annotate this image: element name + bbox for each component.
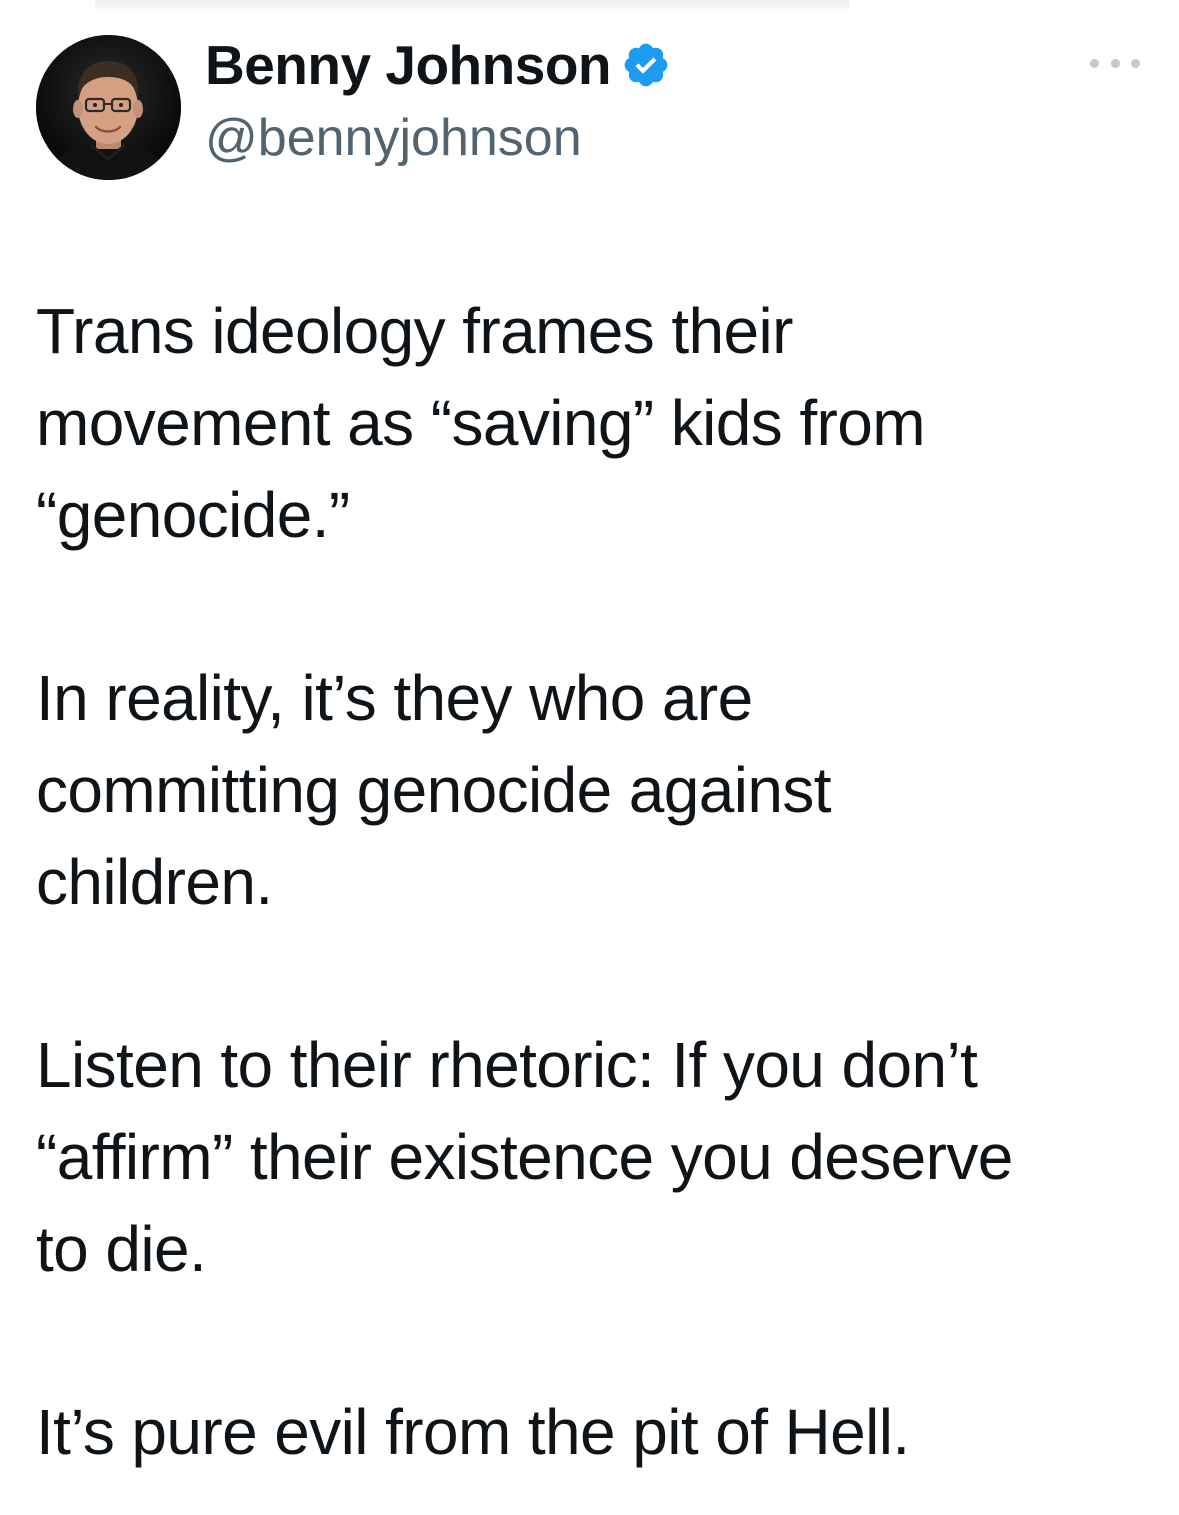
tweet-paragraph: It’s pure evil from the pit of Hell.: [36, 1396, 910, 1468]
tweet-paragraph: Trans ideology frames their movement as …: [36, 295, 926, 551]
avatar[interactable]: [36, 35, 181, 180]
ellipsis-icon: [1131, 58, 1140, 68]
verified-badge-icon: [621, 40, 671, 90]
more-options-button[interactable]: [1090, 52, 1140, 74]
tweet-card[interactable]: Benny Johnson @bennyjohnson Trans ideolo…: [0, 0, 1179, 1515]
tweet-body: Trans ideology frames their movement as …: [36, 285, 1146, 1478]
author-name-row[interactable]: Benny Johnson: [205, 30, 671, 100]
ellipsis-icon: [1090, 58, 1099, 68]
author-display-name[interactable]: Benny Johnson: [205, 33, 612, 97]
tweet-paragraph: Listen to their rhetoric: If you don’t “…: [36, 1029, 1013, 1285]
tweet-paragraph: In reality, it’s they who are committing…: [36, 662, 832, 918]
avatar-portrait-icon: [36, 35, 181, 180]
ellipsis-icon: [1110, 58, 1120, 68]
author-handle[interactable]: @bennyjohnson: [205, 108, 582, 168]
